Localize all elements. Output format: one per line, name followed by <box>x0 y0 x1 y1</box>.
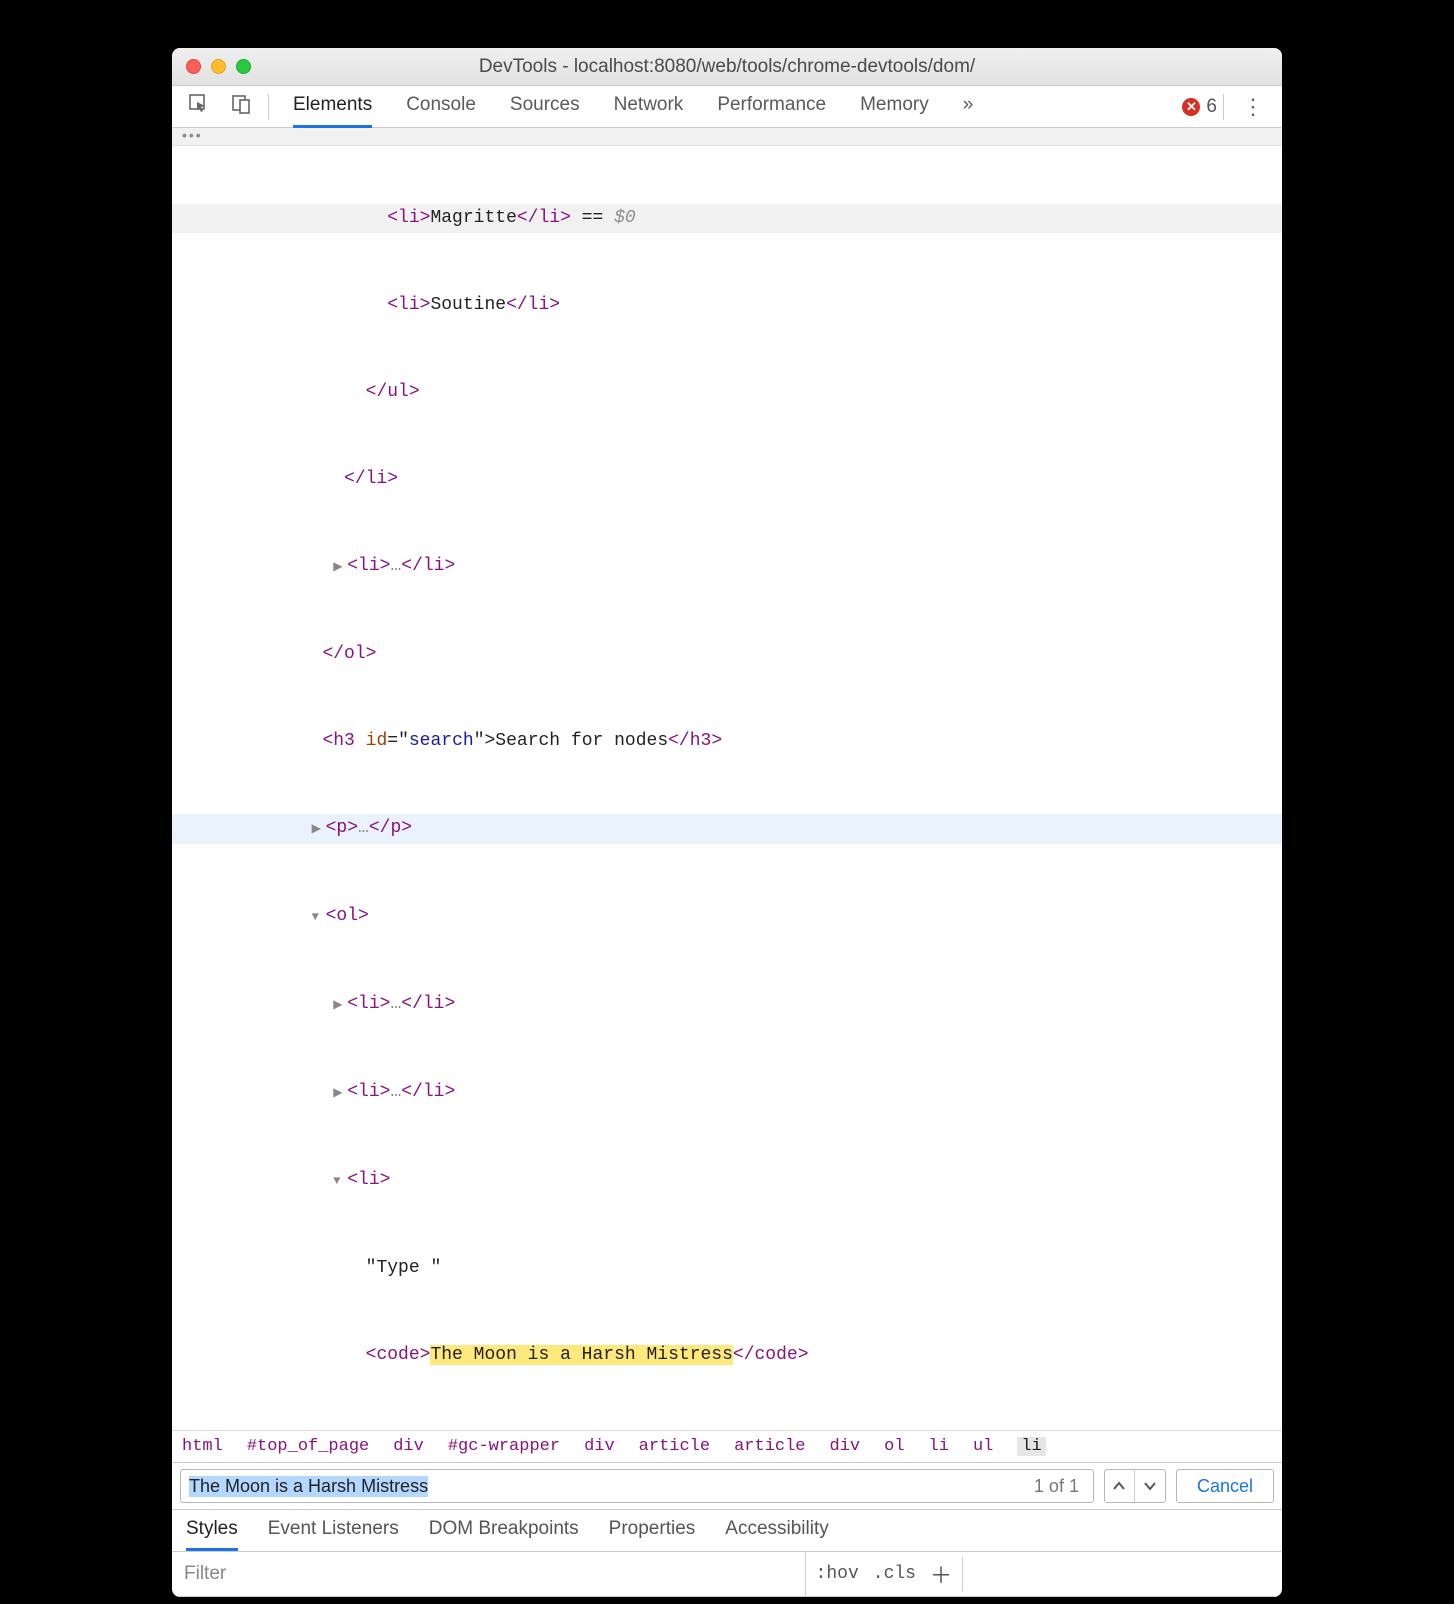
breadcrumb-item[interactable]: ul <box>973 1437 993 1456</box>
search-nav <box>1104 1469 1166 1503</box>
subtab-styles[interactable]: Styles <box>186 1518 238 1551</box>
collapsed-row[interactable]: ••• <box>172 128 1282 146</box>
breadcrumb-item[interactable]: div <box>393 1437 424 1456</box>
dom-line[interactable]: ▶<li>…</li> <box>172 552 1282 582</box>
prev-match-icon[interactable] <box>1105 1470 1135 1502</box>
breadcrumb-item[interactable]: article <box>639 1437 710 1456</box>
toolbar-separator <box>268 94 269 120</box>
tab-console[interactable]: Console <box>406 85 476 128</box>
close-icon[interactable] <box>186 59 201 74</box>
collapse-icon: ▼ <box>312 903 326 932</box>
error-icon: ✕ <box>1182 98 1200 116</box>
subtab-accessibility[interactable]: Accessibility <box>725 1518 828 1551</box>
styles-side-panel <box>962 1557 1282 1591</box>
device-toggle-icon[interactable] <box>220 93 262 121</box>
dom-line[interactable]: <code>The Moon is a Harsh Mistress</code… <box>172 1341 1282 1370</box>
tab-overflow[interactable]: » <box>963 85 974 128</box>
more-icon[interactable]: ⋮ <box>1230 94 1276 120</box>
tab-sources[interactable]: Sources <box>510 85 580 128</box>
panel-tabs: Elements Console Sources Network Perform… <box>293 85 1182 128</box>
breadcrumb-item[interactable]: div <box>830 1437 861 1456</box>
dom-line[interactable]: ▼<li> <box>172 1166 1282 1196</box>
new-rule-icon[interactable]: ＋ <box>930 1558 952 1590</box>
dom-line[interactable]: </ul> <box>172 378 1282 407</box>
dom-line[interactable]: <h3 id="search">Search for nodes</h3> <box>172 727 1282 756</box>
sidebar-tabs: Styles Event Listeners DOM Breakpoints P… <box>172 1510 1282 1552</box>
dom-line[interactable]: </ol> <box>172 640 1282 669</box>
search-input[interactable]: The Moon is a Harsh Mistress 1 of 1 <box>180 1469 1094 1503</box>
styles-toolbar: Filter :hov .cls ＋ <box>172 1552 1282 1597</box>
dom-line-selected[interactable]: <li>Magritte</li> == $0 <box>172 204 1282 233</box>
subtab-dom-breakpoints[interactable]: DOM Breakpoints <box>429 1518 579 1551</box>
search-count: 1 of 1 <box>1034 1476 1085 1497</box>
hov-toggle[interactable]: :hov <box>816 1564 859 1584</box>
breadcrumb: html #top_of_page div #gc-wrapper div ar… <box>172 1430 1282 1463</box>
cancel-button[interactable]: Cancel <box>1176 1469 1274 1503</box>
dom-line[interactable]: <li>Soutine</li> <box>172 291 1282 320</box>
breadcrumb-item[interactable]: html <box>182 1437 223 1456</box>
next-match-icon[interactable] <box>1135 1470 1165 1502</box>
tab-network[interactable]: Network <box>614 85 684 128</box>
subtab-event-listeners[interactable]: Event Listeners <box>268 1518 399 1551</box>
styles-tools: :hov .cls ＋ <box>805 1552 962 1596</box>
expand-icon: ▶ <box>312 815 326 844</box>
titlebar: DevTools - localhost:8080/web/tools/chro… <box>172 48 1282 86</box>
dom-line[interactable]: ▼<ol> <box>172 902 1282 932</box>
expand-icon: ▶ <box>333 1079 347 1108</box>
tab-elements[interactable]: Elements <box>293 85 372 128</box>
breadcrumb-item[interactable]: article <box>734 1437 805 1456</box>
breadcrumb-item[interactable]: #top_of_page <box>247 1437 369 1456</box>
breadcrumb-item[interactable]: #gc-wrapper <box>448 1437 560 1456</box>
search-highlight: The Moon is a Harsh Mistress <box>430 1345 732 1365</box>
tab-performance[interactable]: Performance <box>717 85 826 128</box>
breadcrumb-item[interactable]: div <box>584 1437 615 1456</box>
tab-memory[interactable]: Memory <box>860 85 929 128</box>
subtab-properties[interactable]: Properties <box>609 1518 696 1551</box>
styles-filter-input[interactable]: Filter <box>172 1557 805 1591</box>
dom-line[interactable]: ▶<li>…</li> <box>172 1078 1282 1108</box>
dom-line-hovered[interactable]: ▶<p>…</p> <box>172 814 1282 844</box>
error-badge[interactable]: ✕ 6 <box>1182 96 1217 118</box>
search-bar: The Moon is a Harsh Mistress 1 of 1 Canc… <box>172 1463 1282 1510</box>
expand-icon: ▶ <box>333 991 347 1020</box>
breadcrumb-item[interactable]: li <box>929 1437 949 1456</box>
dom-line[interactable]: </li> <box>172 465 1282 494</box>
window-title: DevTools - localhost:8080/web/tools/chro… <box>172 56 1282 78</box>
breadcrumb-current[interactable]: li <box>1017 1437 1045 1456</box>
minimize-icon[interactable] <box>211 59 226 74</box>
dom-tree[interactable]: <li>Magritte</li> == $0 <li>Soutine</li>… <box>172 146 1282 1430</box>
toolbar-separator <box>1223 94 1224 120</box>
main-toolbar: Elements Console Sources Network Perform… <box>172 86 1282 128</box>
dom-line[interactable]: ▶<li>…</li> <box>172 990 1282 1020</box>
expand-icon: ▶ <box>333 553 347 582</box>
collapse-icon: ▼ <box>333 1167 347 1196</box>
cls-toggle[interactable]: .cls <box>873 1564 916 1584</box>
breadcrumb-item[interactable]: ol <box>884 1437 904 1456</box>
inspect-icon[interactable] <box>178 93 220 121</box>
dom-line[interactable]: "Type " <box>172 1254 1282 1283</box>
maximize-icon[interactable] <box>236 59 251 74</box>
devtools-window: DevTools - localhost:8080/web/tools/chro… <box>172 48 1282 1597</box>
traffic-lights <box>186 59 251 74</box>
error-count: 6 <box>1206 96 1217 118</box>
search-query: The Moon is a Harsh Mistress <box>189 1476 428 1497</box>
